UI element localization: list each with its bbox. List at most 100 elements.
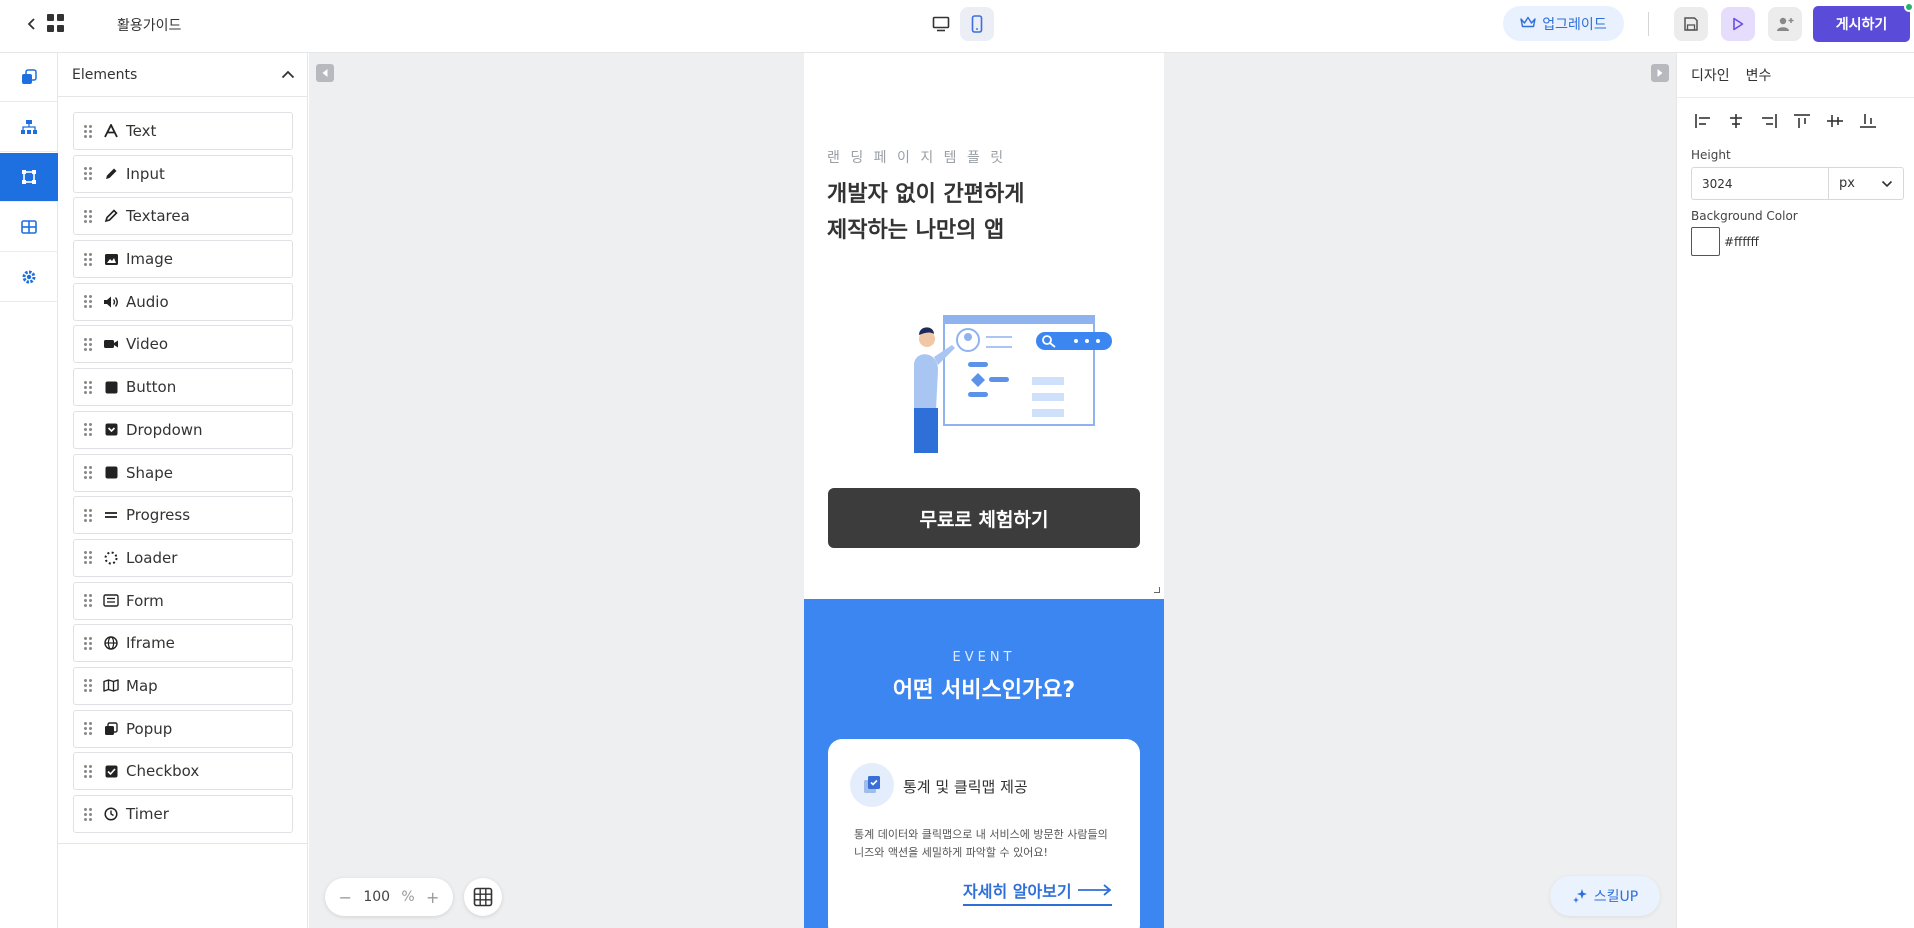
event-section[interactable]: EVENT 어떤 서비스인가요? 통계 및 클릭맵 제공 통계 데이터와 클릭맵…	[804, 599, 1164, 928]
element-item-popup[interactable]: Popup	[73, 709, 293, 748]
element-item-input[interactable]: Input	[73, 154, 293, 193]
left-rail	[0, 53, 58, 928]
properties-panel: 디자인 변수 Height 3024 px Background Color #…	[1676, 53, 1914, 928]
upgrade-button[interactable]: 업그레이드	[1503, 6, 1624, 41]
divider	[58, 843, 308, 844]
resize-handle[interactable]	[1154, 587, 1160, 593]
zoom-in-button[interactable]: +	[426, 888, 439, 907]
sparkle-icon	[1572, 889, 1587, 903]
drag-handle-icon[interactable]	[84, 466, 94, 479]
drag-handle-icon[interactable]	[84, 423, 94, 437]
align-right-icon[interactable]	[1757, 109, 1780, 132]
tab-variables[interactable]: 변수	[1746, 65, 1772, 85]
element-item-iframe[interactable]: Iframe	[73, 624, 293, 663]
align-left-icon[interactable]	[1691, 109, 1714, 132]
element-item-audio[interactable]: Audio	[73, 282, 293, 321]
element-item-label: Button	[126, 378, 177, 397]
element-item-label: Shape	[126, 463, 173, 482]
element-item-label: Dropdown	[126, 420, 203, 439]
element-item-text[interactable]: Text	[73, 112, 293, 150]
learn-more-label: 자세히 알아보기	[963, 882, 1072, 901]
sitemap-icon[interactable]	[0, 103, 58, 152]
drag-handle-icon[interactable]	[84, 594, 94, 608]
element-item-shape[interactable]: Shape	[73, 453, 293, 492]
speaker-icon	[102, 293, 120, 311]
element-item-form[interactable]: Form	[73, 581, 293, 620]
align-center-horizontal-icon[interactable]	[1724, 109, 1747, 132]
height-input[interactable]: 3024	[1691, 167, 1829, 200]
apps-grid-icon[interactable]	[47, 14, 65, 32]
event-label[interactable]: EVENT	[804, 650, 1164, 665]
share-user-button[interactable]	[1768, 7, 1802, 41]
save-button[interactable]	[1674, 7, 1708, 41]
drag-handle-icon[interactable]	[84, 124, 94, 138]
publish-button[interactable]: 게시하기	[1813, 6, 1910, 42]
back-chevron-icon[interactable]	[24, 14, 40, 34]
chevron-up-icon[interactable]	[281, 67, 295, 83]
zoom-value[interactable]: 100	[363, 889, 390, 905]
drag-handle-icon[interactable]	[84, 295, 94, 309]
background-color-swatch[interactable]	[1691, 227, 1720, 256]
align-bottom-icon[interactable]	[1856, 109, 1879, 132]
drag-handle-icon[interactable]	[84, 636, 94, 650]
drag-handle-icon[interactable]	[84, 337, 94, 351]
drag-handle-icon[interactable]	[84, 551, 94, 565]
element-item-label: Audio	[126, 292, 169, 311]
drag-handle-icon[interactable]	[84, 209, 94, 223]
checkbox-icon	[102, 762, 120, 780]
collapse-left-icon[interactable]	[316, 64, 334, 82]
card-title: 통계 및 클릭맵 제공	[903, 778, 1028, 796]
table-icon[interactable]	[0, 203, 58, 252]
mobile-view-icon[interactable]	[960, 7, 994, 41]
element-item-checkbox[interactable]: Checkbox	[73, 752, 293, 791]
element-item-progress[interactable]: Progress	[73, 496, 293, 535]
element-item-image[interactable]: Image	[73, 240, 293, 279]
settings-gear-icon[interactable]	[0, 253, 58, 302]
element-item-label: Form	[126, 591, 164, 610]
free-trial-button[interactable]: 무료로 체험하기	[828, 488, 1140, 548]
element-item-loader[interactable]: Loader	[73, 538, 293, 577]
skill-up-button[interactable]: 스킬UP	[1550, 876, 1660, 916]
collapse-right-icon[interactable]	[1651, 64, 1669, 82]
align-middle-vertical-icon[interactable]	[1823, 109, 1846, 132]
template-eyebrow[interactable]: 랜 딩 페 이 지 템 플 릿	[827, 147, 1006, 167]
drag-handle-icon[interactable]	[84, 167, 94, 181]
drag-handle-icon[interactable]	[84, 807, 94, 821]
drag-handle-icon[interactable]	[84, 252, 94, 266]
mobile-preview-frame[interactable]: 랜 딩 페 이 지 템 플 릿 개발자 없이 간편하게 제작하는 나만의 앱 무…	[804, 53, 1164, 928]
elements-icon[interactable]	[0, 153, 58, 202]
grid-toggle-button[interactable]	[464, 878, 502, 916]
align-top-icon[interactable]	[1790, 109, 1813, 132]
hero-title[interactable]: 개발자 없이 간편하게 제작하는 나만의 앱	[827, 177, 1024, 249]
element-item-button[interactable]: Button	[73, 368, 293, 407]
drag-handle-icon[interactable]	[84, 722, 94, 736]
elements-panel-title: Elements	[72, 66, 138, 83]
square-icon	[102, 464, 120, 482]
zoom-control: − 100 % +	[325, 878, 453, 916]
desktop-view-icon[interactable]	[924, 7, 958, 41]
element-item-video[interactable]: Video	[73, 325, 293, 364]
tab-design[interactable]: 디자인	[1691, 65, 1730, 85]
background-color-value[interactable]: #ffffff	[1724, 235, 1759, 249]
height-unit-select[interactable]: px	[1828, 167, 1904, 200]
drag-handle-icon[interactable]	[84, 764, 94, 778]
learn-more-link[interactable]: 자세히 알아보기	[963, 878, 1112, 906]
element-item-map[interactable]: Map	[73, 666, 293, 705]
card-description: 통계 데이터와 클릭맵으로 내 서비스에 방문한 사람들의 니즈와 액션을 세밀…	[854, 826, 1124, 862]
element-item-textarea[interactable]: Textarea	[73, 197, 293, 236]
event-title[interactable]: 어떤 서비스인가요?	[804, 672, 1164, 704]
drag-handle-icon[interactable]	[84, 508, 94, 522]
preview-button[interactable]	[1721, 7, 1755, 41]
drag-handle-icon[interactable]	[84, 380, 94, 394]
elements-panel-header[interactable]: Elements	[58, 53, 307, 97]
pencil-icon	[102, 165, 120, 183]
drag-handle-icon[interactable]	[84, 679, 94, 693]
element-item-dropdown[interactable]: Dropdown	[73, 410, 293, 449]
hero-title-line2: 제작하는 나만의 앱	[827, 218, 1005, 243]
element-item-timer[interactable]: Timer	[73, 795, 293, 833]
floppy-disk-icon	[1684, 17, 1698, 31]
service-card[interactable]: 통계 및 클릭맵 제공 통계 데이터와 클릭맵으로 내 서비스에 방문한 사람들…	[828, 739, 1140, 928]
pages-icon[interactable]	[0, 53, 58, 102]
zoom-out-button[interactable]: −	[339, 888, 352, 907]
project-title: 활용가이드	[117, 18, 182, 34]
